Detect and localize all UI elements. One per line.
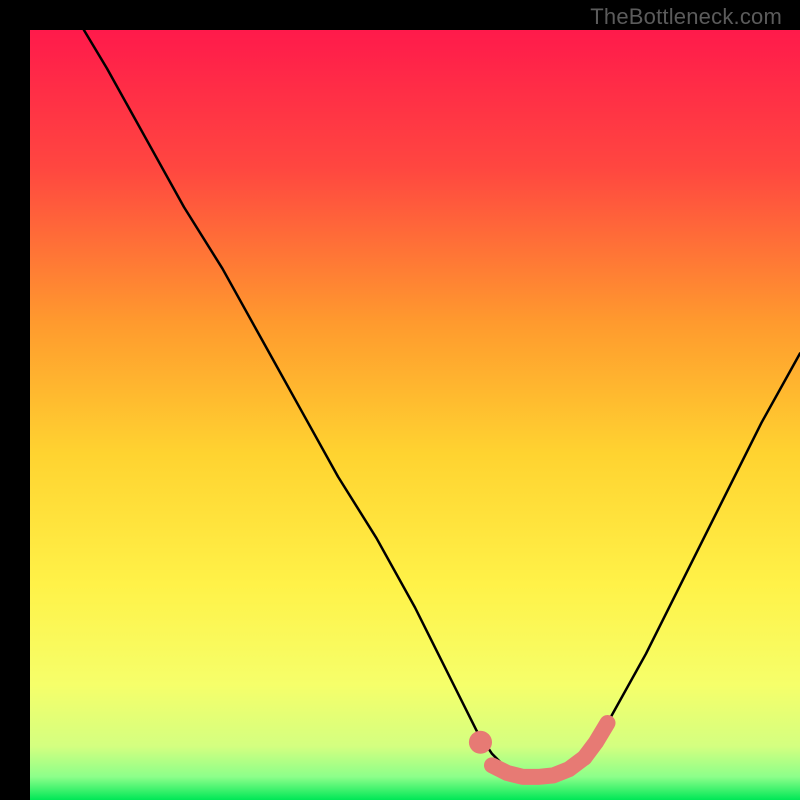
chart-plot: [30, 30, 800, 800]
watermark-text: TheBottleneck.com: [590, 4, 782, 30]
chart-frame: [15, 15, 785, 785]
marker-left-dot: [469, 731, 492, 754]
gradient-background: [30, 30, 800, 800]
